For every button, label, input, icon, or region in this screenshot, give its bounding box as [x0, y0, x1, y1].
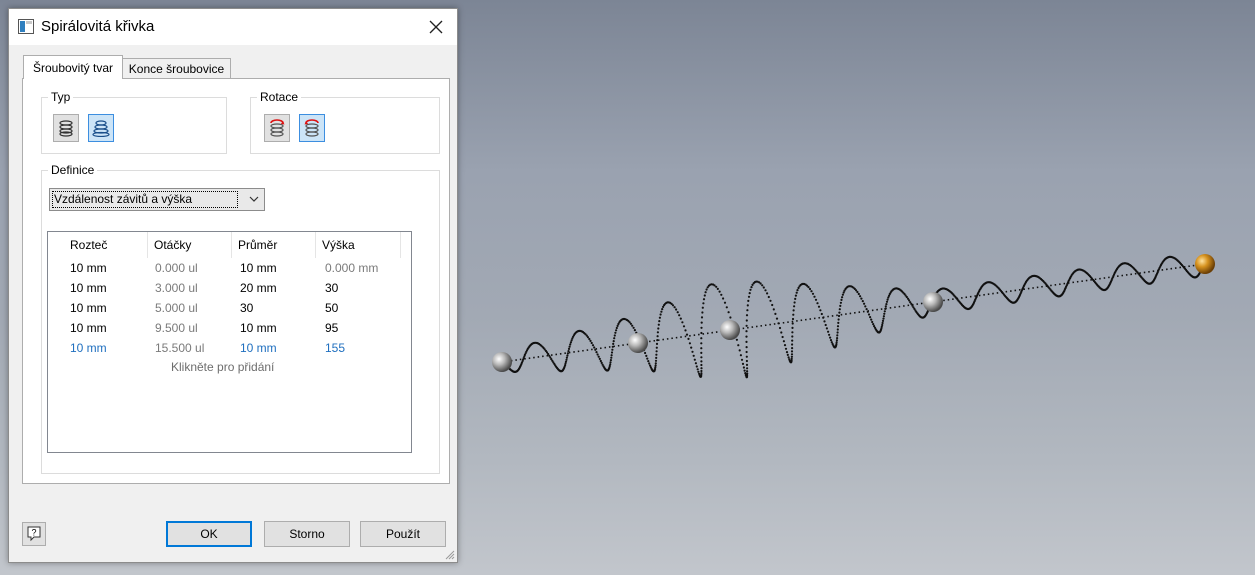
helix-axis: [501, 263, 1206, 363]
cell-height[interactable]: 0.000 mm: [325, 258, 378, 278]
cell-diameter[interactable]: 10 mm: [240, 338, 277, 358]
cell-pitch[interactable]: 10 mm: [70, 338, 107, 358]
rotation-group: Rotace: [250, 90, 440, 154]
tab-helix-ends[interactable]: Konce šroubovice: [123, 58, 231, 79]
cell-diameter[interactable]: 10 mm: [240, 318, 277, 338]
parameters-table[interactable]: Rozteč Otáčky Průměr Výška 10 mm 0.000 u…: [47, 231, 412, 453]
tab-panel-helix-shape: Typ Rotace Definice Vzdálenost závitů a …: [22, 78, 450, 484]
close-icon: [429, 20, 443, 34]
helix-end-sphere[interactable]: [1195, 254, 1215, 274]
add-row-hint[interactable]: Klikněte pro přidání: [171, 360, 274, 374]
cell-revolutions[interactable]: 0.000 ul: [155, 258, 198, 278]
table-row[interactable]: 10 mm 5.000 ul 30 50: [70, 298, 400, 318]
cell-revolutions[interactable]: 3.000 ul: [155, 278, 198, 298]
table-header: Rozteč Otáčky Průměr Výška: [64, 232, 405, 258]
column-header-pitch[interactable]: Rozteč: [64, 232, 148, 258]
column-header-diameter[interactable]: Průměr: [232, 232, 316, 258]
chevron-down-icon: [249, 196, 259, 202]
svg-text:?: ?: [31, 528, 36, 538]
cell-diameter[interactable]: 10 mm: [240, 258, 277, 278]
table-row[interactable]: 10 mm 9.500 ul 10 mm 95: [70, 318, 400, 338]
table-row[interactable]: 10 mm 15.500 ul 10 mm 155: [70, 338, 400, 358]
apply-button[interactable]: Použít: [360, 521, 446, 547]
cell-revolutions[interactable]: 15.500 ul: [155, 338, 204, 358]
type-group-label: Typ: [48, 90, 74, 104]
definition-method-select[interactable]: Vzdálenost závitů a výška: [49, 188, 265, 211]
cell-pitch[interactable]: 10 mm: [70, 278, 107, 298]
column-header-revolutions[interactable]: Otáčky: [148, 232, 232, 258]
rotation-group-label: Rotace: [257, 90, 302, 104]
cell-revolutions[interactable]: 5.000 ul: [155, 298, 198, 318]
cell-diameter[interactable]: 20 mm: [240, 278, 277, 298]
helix-point-sphere[interactable]: [923, 292, 943, 312]
type-group: Typ: [41, 90, 227, 154]
cell-height[interactable]: 50: [325, 298, 338, 318]
rotate-clockwise-icon: [270, 119, 285, 137]
rotate-counterclockwise-icon: [304, 119, 319, 137]
rotation-counterclockwise-button[interactable]: [299, 114, 325, 142]
title-bar: Spirálovitá křivka: [9, 9, 457, 45]
cell-pitch[interactable]: 10 mm: [70, 258, 107, 278]
cancel-button[interactable]: Storno: [264, 521, 350, 547]
definition-method-value: Vzdálenost závitů a výška: [52, 191, 238, 208]
helix-curve: [502, 255, 1205, 379]
coil-stack-icon: [59, 120, 73, 137]
help-icon: ?: [27, 526, 41, 542]
resize-grip-icon[interactable]: [443, 548, 455, 560]
table-row[interactable]: 10 mm 0.000 ul 10 mm 0.000 mm: [70, 258, 400, 278]
column-header-height[interactable]: Výška: [316, 232, 401, 258]
helix-coil-icon: [92, 120, 110, 137]
cell-pitch[interactable]: 10 mm: [70, 298, 107, 318]
cell-height[interactable]: 95: [325, 318, 338, 338]
close-button[interactable]: [421, 13, 451, 41]
dialog-app-icon: [18, 19, 34, 34]
helix-point-sphere[interactable]: [720, 320, 740, 340]
rotation-clockwise-button[interactable]: [264, 114, 290, 142]
definition-group: Definice Vzdálenost závitů a výška Rozte…: [41, 163, 440, 474]
helix-dialog: Spirálovitá křivka Šroubovitý tvar Konce…: [8, 8, 458, 563]
cell-height[interactable]: 30: [325, 278, 338, 298]
cell-revolutions[interactable]: 9.500 ul: [155, 318, 198, 338]
helix-point-sphere[interactable]: [628, 333, 648, 353]
helix-point-sphere[interactable]: [492, 352, 512, 372]
dialog-title: Spirálovitá křivka: [41, 18, 155, 35]
definition-group-label: Definice: [48, 163, 98, 177]
table-row[interactable]: 10 mm 3.000 ul 20 mm 30: [70, 278, 400, 298]
cell-height[interactable]: 155: [325, 338, 345, 358]
type-spiral-button[interactable]: [53, 114, 79, 142]
cell-pitch[interactable]: 10 mm: [70, 318, 107, 338]
tab-helix-shape[interactable]: Šroubovitý tvar: [23, 55, 123, 79]
type-helix-button[interactable]: [88, 114, 114, 142]
help-button[interactable]: ?: [22, 522, 46, 546]
ok-button[interactable]: OK: [166, 521, 252, 547]
cell-diameter[interactable]: 30: [240, 298, 253, 318]
